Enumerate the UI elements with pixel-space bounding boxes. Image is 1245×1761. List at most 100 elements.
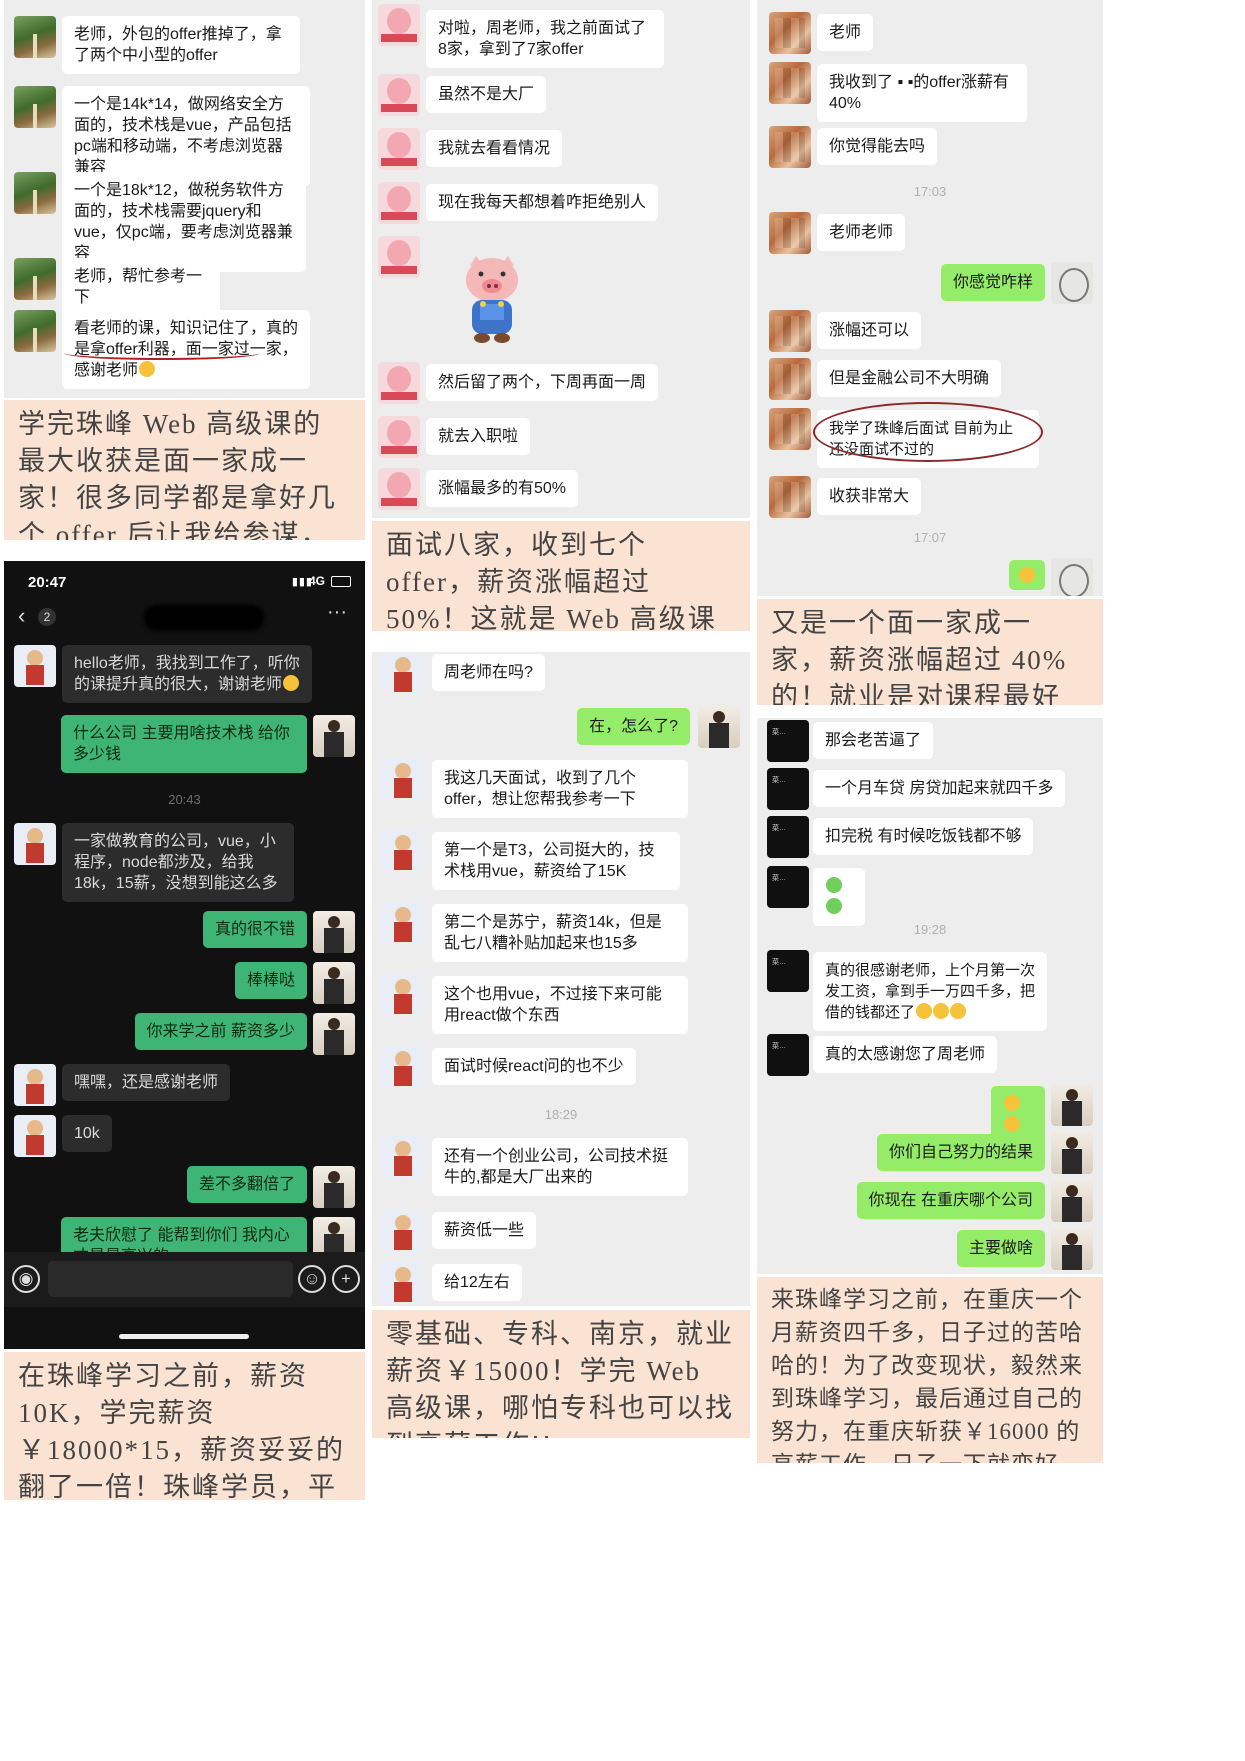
handwritten-circle (813, 402, 1043, 462)
crying-emoji-icon (826, 898, 842, 914)
student-avatar (14, 172, 56, 214)
student-avatar (14, 1115, 56, 1157)
message-bubble: 涨幅最多的有50% (426, 470, 579, 507)
message-bubble: 老师 (817, 14, 874, 51)
message-bubble: 你来学之前 薪资多少 (134, 1013, 307, 1050)
student-avatar (767, 720, 809, 762)
teacher-avatar (698, 706, 740, 748)
message-bubble: 棒棒哒 (234, 962, 307, 999)
student-avatar (382, 1262, 424, 1304)
handwritten-underline (64, 346, 260, 360)
message-bubble: 真的很不错 (202, 911, 307, 948)
teacher-avatar (313, 1166, 355, 1208)
student-avatar (14, 86, 56, 128)
student-avatar (382, 758, 424, 800)
add-icon[interactable]: + (332, 1265, 360, 1293)
timestamp: 19:28 (913, 922, 947, 937)
battery-icon (331, 576, 351, 587)
chat-row: 一个是18k*12，做税务软件方面的，技术栈需要jquery和vue，仅pc端，… (4, 172, 365, 272)
grin-emoji-icon (1004, 1095, 1020, 1111)
chat-row: 老师，外包的offer推掉了，拿了两个中小型的offer (4, 16, 365, 76)
message-bubble: 老师老师 (817, 214, 906, 251)
teacher-avatar (1051, 1180, 1093, 1222)
caption-3a: 又是一个面一家成一家，薪资涨幅超过 40%的！就业是对课程最好的说明!! (757, 599, 1103, 705)
message-bubble: 你感觉咋样 (940, 264, 1045, 301)
student-avatar (382, 652, 424, 694)
message-text: hello老师，我找到工作了，听你的课提升真的很大，谢谢老师 (74, 655, 300, 693)
student-avatar (382, 1210, 424, 1252)
message-bubble: 然后留了两个，下周再面一周 (426, 364, 659, 401)
student-avatar (769, 126, 811, 168)
message-bubble (1009, 560, 1045, 590)
teacher-avatar (1051, 558, 1093, 596)
student-avatar (378, 416, 420, 458)
caption-2a: 面试八家，收到七个 offer，薪资涨幅超过 50%！这就是 Web 高级课能够… (372, 521, 750, 631)
message-bubble: 在，怎么了? (577, 708, 690, 745)
student-avatar (382, 1136, 424, 1178)
chat-panel-2b: 周老师在吗? 在，怎么了? 我这几天面试，收到了几个offer，想让您帮我参考一… (372, 652, 750, 1306)
grin-emoji-icon (1004, 1116, 1020, 1132)
student-avatar (769, 408, 811, 450)
message-bubble: 我这几天面试，收到了几个offer，想让您帮我参考一下 (432, 760, 688, 818)
teacher-avatar (1051, 1084, 1093, 1126)
voice-icon[interactable]: ◉ (12, 1265, 40, 1293)
student-avatar (769, 12, 811, 54)
student-avatar (769, 476, 811, 518)
message-bubble: hello老师，我找到工作了，听你的课提升真的很大，谢谢老师 (62, 645, 312, 703)
student-avatar (378, 236, 420, 278)
chat-row: 老师，帮忙参考一下 (4, 258, 365, 316)
student-avatar (767, 816, 809, 858)
grin-emoji-icon (950, 1003, 967, 1019)
student-avatar (382, 1046, 424, 1088)
student-avatar (14, 258, 56, 300)
crying-emoji-icon (826, 877, 842, 893)
status-bar: 20:47 ▮▮▮ 4G (4, 561, 365, 597)
student-avatar (382, 830, 424, 872)
back-arrow-icon[interactable]: ‹ (18, 603, 25, 629)
message-bubble: 10k (62, 1115, 112, 1152)
teacher-avatar (313, 962, 355, 1004)
message-bubble: 虽然不是大厂 (426, 76, 547, 113)
student-avatar (14, 310, 56, 352)
message-bubble: 对啦，周老师，我之前面试了8家，拿到了7家offer (426, 10, 664, 68)
student-avatar (769, 310, 811, 352)
chat-navbar: ‹ 2 ··· (4, 597, 365, 637)
emoji-icon (1019, 567, 1035, 583)
student-avatar (378, 128, 420, 170)
timestamp: 18:29 (544, 1107, 578, 1122)
grin-emoji-icon (283, 675, 300, 691)
student-avatar (14, 645, 56, 687)
chat-row: 看老师的课，知识记住了，真的是拿offer利器，面一家过一家，感谢老师 (4, 310, 365, 389)
teacher-avatar (313, 911, 355, 953)
message-bubble: 一个月车贷 房贷加起来就四千多 (813, 770, 1066, 807)
student-avatar (378, 182, 420, 224)
emoji-icon[interactable]: ☺ (298, 1265, 326, 1293)
caption-2b: 零基础、专科、南京，就业薪资￥15000！学完 Web 高级课，哪怕专科也可以找… (372, 1310, 750, 1438)
message-bubble: 我收到了 ▪ ▪的offer涨薪有40% (817, 64, 1027, 122)
message-bubble: 真的很感谢老师，上个月第一次发工资，拿到手一万四千多，把借的钱都还了 (813, 952, 1047, 1031)
student-avatar (769, 62, 811, 104)
redacted-contact-name (144, 605, 264, 631)
message-bubble: 你现在 在重庆哪个公司 (856, 1182, 1045, 1219)
message-bubble: 就去入职啦 (426, 418, 531, 455)
message-bubble: 第二个是苏宁，薪资14k，但是乱七八糟补贴加起来也15多 (432, 904, 688, 962)
grin-emoji-icon (916, 1003, 933, 1019)
student-avatar (14, 1064, 56, 1106)
message-bubble: 一个是18k*12，做税务软件方面的，技术栈需要jquery和vue，仅pc端，… (62, 172, 306, 272)
message-input[interactable] (48, 1261, 293, 1297)
message-bubble: 薪资低一些 (432, 1212, 537, 1249)
message-bubble: 主要做啥 (956, 1230, 1045, 1267)
message-bubble: 你觉得能去吗 (817, 128, 938, 165)
message-bubble: 扣完税 有时候吃饭钱都不够 (813, 818, 1034, 855)
timestamp: 17:07 (913, 530, 947, 545)
home-indicator (119, 1334, 249, 1339)
message-bubble: 现在我每天都想着咋拒绝别人 (426, 184, 659, 221)
message-bubble: 但是金融公司不大明确 (817, 360, 1002, 397)
message-bubble: 老师，外包的offer推掉了，拿了两个中小型的offer (62, 16, 300, 74)
teacher-avatar (1051, 1228, 1093, 1270)
teacher-avatar (1051, 262, 1093, 304)
message-bubble: 老师，帮忙参考一下 (62, 258, 220, 316)
student-avatar (378, 362, 420, 404)
student-avatar (14, 823, 56, 865)
more-options-button[interactable]: ··· (327, 601, 347, 624)
